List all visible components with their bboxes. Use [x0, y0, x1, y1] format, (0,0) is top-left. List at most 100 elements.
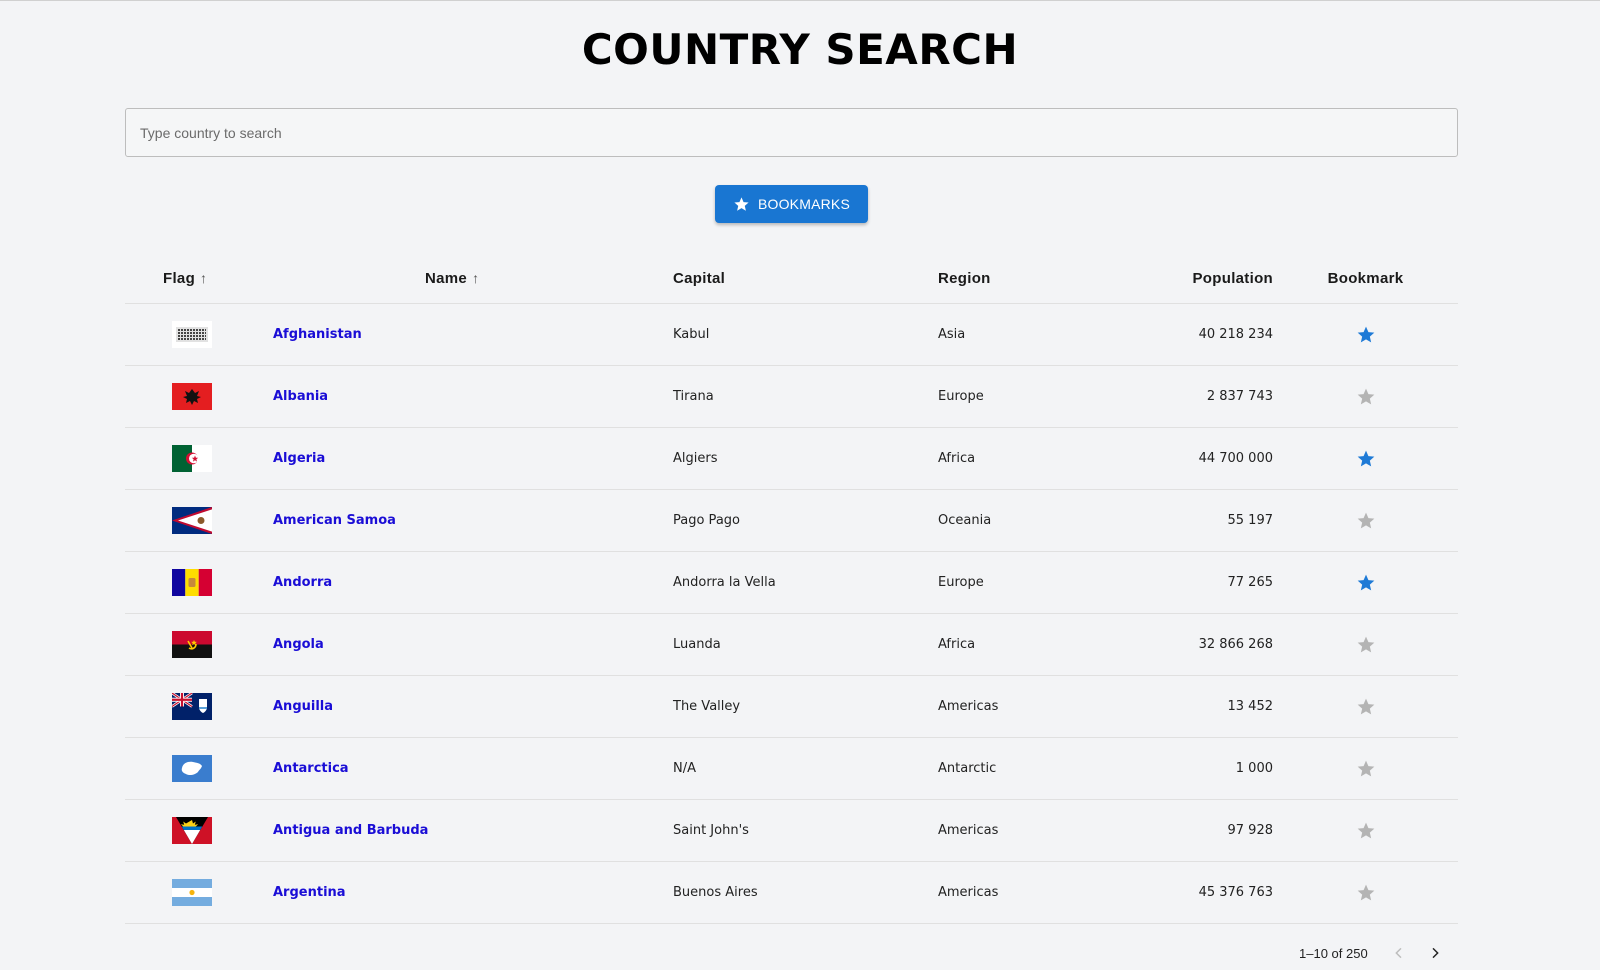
- capital-cell: Luanda: [673, 613, 938, 676]
- andorra-flag: [172, 569, 212, 596]
- country-name-link[interactable]: Angola: [273, 637, 324, 652]
- column-header-bookmark-label: Bookmark: [1327, 269, 1404, 287]
- chevron-right-icon: [1432, 947, 1439, 959]
- argentina-flag: [172, 879, 212, 906]
- population-cell: 13 452: [1138, 675, 1273, 738]
- star-icon[interactable]: [1356, 511, 1376, 531]
- population-cell: 77 265: [1138, 551, 1273, 614]
- previous-page-button[interactable]: [1386, 941, 1412, 965]
- capital-cell: Pago Pago: [673, 489, 938, 552]
- column-header-flag-label: Flag: [163, 269, 196, 287]
- region-cell: Oceania: [938, 489, 1138, 552]
- bookmark-cell: [1273, 489, 1458, 552]
- flag-cell: [125, 799, 273, 862]
- anguilla-flag: [172, 693, 212, 720]
- bookmark-cell: [1273, 737, 1458, 800]
- flag-cell: [125, 303, 273, 366]
- flag-cell: [125, 365, 273, 428]
- population-cell: 1 000: [1138, 737, 1273, 800]
- region-cell: Africa: [938, 613, 1138, 676]
- region-cell: Antarctic: [938, 737, 1138, 800]
- region-cell: Americas: [938, 675, 1138, 738]
- name-cell: Algeria: [273, 427, 673, 490]
- star-icon[interactable]: [1356, 635, 1376, 655]
- arrow-up-icon: ↑: [200, 269, 208, 286]
- country-name-link[interactable]: American Samoa: [273, 513, 396, 528]
- column-header-flag[interactable]: Flag ↑: [125, 253, 273, 304]
- name-cell: American Samoa: [273, 489, 673, 552]
- next-page-button[interactable]: [1422, 941, 1448, 965]
- table-row: Antarctica N/A Antarctic 1 000: [125, 737, 1458, 800]
- table-row: American Samoa Pago Pago Oceania 55 197: [125, 489, 1458, 552]
- name-cell: Albania: [273, 365, 673, 428]
- country-name-link[interactable]: Andorra: [273, 575, 332, 590]
- bookmarks-button[interactable]: BOOKMARKS: [715, 185, 868, 223]
- star-icon[interactable]: [1356, 821, 1376, 841]
- country-name-link[interactable]: Afghanistan: [273, 327, 362, 342]
- name-cell: Antarctica: [273, 737, 673, 800]
- flag-cell: [125, 861, 273, 924]
- country-name-link[interactable]: Anguilla: [273, 699, 333, 714]
- column-header-region-label: Region: [938, 269, 991, 287]
- star-icon[interactable]: [1356, 387, 1376, 407]
- search-input[interactable]: [125, 108, 1458, 157]
- table-row: Andorra Andorra la Vella Europe 77 265: [125, 551, 1458, 614]
- star-icon: [734, 196, 749, 211]
- population-cell: 32 866 268: [1138, 613, 1273, 676]
- table-row: Antigua and Barbuda Saint John's Americas 9…: [125, 799, 1458, 862]
- region-cell: Asia: [938, 303, 1138, 366]
- column-header-capital[interactable]: Capital: [673, 253, 938, 304]
- flag-cell: [125, 675, 273, 738]
- country-name-link[interactable]: Algeria: [273, 451, 325, 466]
- country-name-link[interactable]: Argentina: [273, 885, 346, 900]
- country-name-link[interactable]: Antarctica: [273, 761, 349, 776]
- population-cell: 44 700 000: [1138, 427, 1273, 490]
- country-name-link[interactable]: Antigua and Barbuda: [273, 823, 428, 838]
- capital-cell: Kabul: [673, 303, 938, 366]
- albania-flag: [172, 383, 212, 410]
- antigua-and-barbuda-flag: [172, 817, 212, 844]
- column-header-population-label: Population: [1192, 269, 1273, 287]
- region-cell: Europe: [938, 551, 1138, 614]
- capital-cell: The Valley: [673, 675, 938, 738]
- star-icon[interactable]: [1356, 697, 1376, 717]
- american-samoa-flag: [172, 507, 212, 534]
- column-header-population[interactable]: Population: [1138, 253, 1273, 304]
- flag-cell: [125, 737, 273, 800]
- country-name-link[interactable]: Albania: [273, 389, 328, 404]
- bookmark-cell: [1273, 613, 1458, 676]
- region-cell: Europe: [938, 365, 1138, 428]
- flag-cell: [125, 489, 273, 552]
- page-title: COUNTRY SEARCH: [581, 25, 1019, 74]
- flag-cell: [125, 427, 273, 490]
- name-cell: Antigua and Barbuda: [273, 799, 673, 862]
- bookmark-cell: [1273, 427, 1458, 490]
- star-icon[interactable]: [1356, 573, 1376, 593]
- name-cell: Andorra: [273, 551, 673, 614]
- population-cell: 45 376 763: [1138, 861, 1273, 924]
- table-row: Angola Luanda Africa 32 866 268: [125, 613, 1458, 676]
- column-header-capital-label: Capital: [673, 269, 726, 287]
- star-icon[interactable]: [1356, 449, 1376, 469]
- column-header-name[interactable]: Name ↑: [273, 253, 673, 304]
- capital-cell: Saint John's: [673, 799, 938, 862]
- angola-flag: [172, 631, 212, 658]
- star-icon[interactable]: [1356, 883, 1376, 903]
- algeria-flag: [172, 445, 212, 472]
- bookmark-cell: [1273, 551, 1458, 614]
- column-header-region[interactable]: Region: [938, 253, 1138, 304]
- region-cell: Americas: [938, 799, 1138, 862]
- capital-cell: Buenos Aires: [673, 861, 938, 924]
- capital-cell: Tirana: [673, 365, 938, 428]
- star-icon[interactable]: [1356, 325, 1376, 345]
- afghanistan-flag: [172, 321, 212, 348]
- pagination: 1–10 of 250: [1270, 941, 1458, 965]
- table-row: Anguilla The Valley Americas 13 452: [125, 675, 1458, 738]
- bookmark-cell: [1273, 799, 1458, 862]
- bookmark-cell: [1273, 365, 1458, 428]
- star-icon[interactable]: [1356, 759, 1376, 779]
- column-header-name-label: Name: [425, 269, 468, 287]
- flag-cell: [125, 613, 273, 676]
- arrow-up-icon: ↑: [472, 269, 480, 286]
- name-cell: Anguilla: [273, 675, 673, 738]
